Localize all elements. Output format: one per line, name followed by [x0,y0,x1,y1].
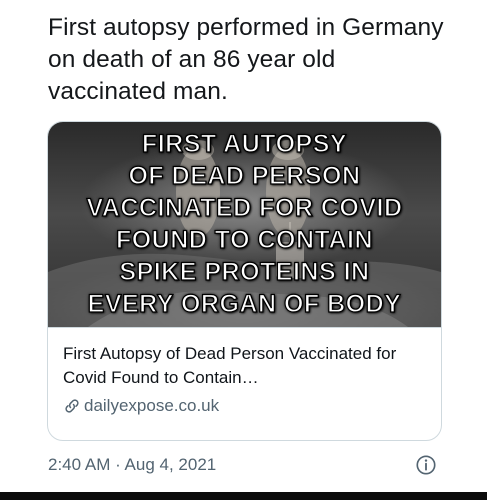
card-domain: dailyexpose.co.uk [84,396,220,415]
timestamp-row: 2:40 AM · Aug 4, 2021 [48,452,440,478]
card-body[interactable]: First Autopsy of Dead Person Vaccinated … [48,327,441,440]
link-icon [65,399,79,413]
image-headline-line: OF DEAD PERSON [128,161,361,190]
image-headline-line: FIRST AUTOPSY [141,129,348,158]
tweet-timestamp[interactable]: 2:40 AM · Aug 4, 2021 [48,455,216,475]
info-icon[interactable] [415,454,437,476]
tweet-detail: First autopsy performed in Germany on de… [0,0,487,500]
image-headline: FIRST AUTOPSY OF DEAD PERSON VACCINATED … [48,128,441,320]
image-headline-line: EVERY ORGAN OF BODY [87,289,402,318]
link-preview-card[interactable]: FIRST AUTOPSY OF DEAD PERSON VACCINATED … [47,121,442,441]
card-domain-row: dailyexpose.co.uk [63,395,426,417]
image-headline-line: SPIKE PROTEINS IN [119,257,370,286]
card-title: First Autopsy of Dead Person Vaccinated … [63,344,397,387]
bottom-edge-bar [0,492,487,500]
card-image[interactable]: FIRST AUTOPSY OF DEAD PERSON VACCINATED … [48,122,441,327]
image-headline-line: VACCINATED FOR COVID [86,193,403,222]
image-headline-line: FOUND TO CONTAIN [115,225,374,254]
tweet-text: First autopsy performed in Germany on de… [48,14,444,105]
